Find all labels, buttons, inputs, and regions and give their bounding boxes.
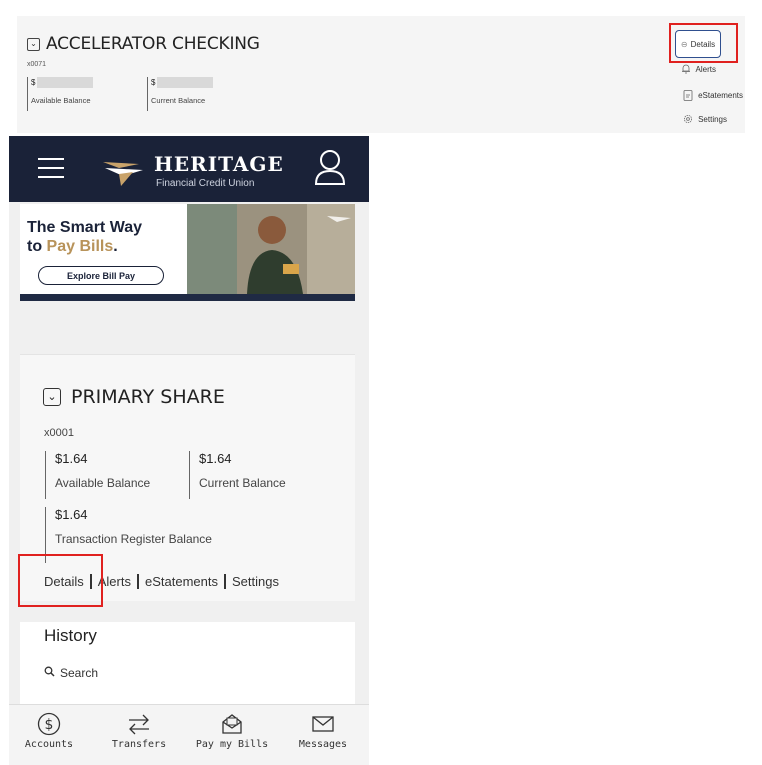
- banner-bottom-bar: [20, 294, 355, 301]
- current-balance: $1.64 Current Balance: [189, 451, 286, 499]
- masked-amount: [157, 77, 214, 88]
- available-balance: $ Available Balance: [27, 77, 94, 111]
- bell-icon: [681, 64, 691, 74]
- hamburger-icon[interactable]: [38, 158, 64, 185]
- available-amount: $1.64: [55, 451, 88, 466]
- mobile-app-view: HERITAGE Financial Credit Union The Smar…: [9, 136, 369, 765]
- annotation-highlight-desktop-details: [669, 23, 738, 63]
- account-title-row[interactable]: ⌄ PRIMARY SHARE: [43, 386, 225, 408]
- account-title: ACCELERATOR CHECKING: [46, 34, 260, 54]
- settings-link[interactable]: Settings: [683, 114, 727, 124]
- estatements-link[interactable]: eStatements: [145, 574, 218, 589]
- account-number: x0001: [44, 427, 74, 439]
- tab-pay-bills[interactable]: Pay my Bills: [192, 711, 272, 750]
- tab-label: Messages: [298, 739, 348, 750]
- history-section: History Search: [20, 622, 355, 705]
- logo-mark: [103, 162, 143, 186]
- settings-label: Settings: [698, 114, 727, 124]
- tab-transfers[interactable]: Transfers: [99, 711, 179, 750]
- banner-photo: [187, 204, 355, 294]
- masked-amount: [37, 77, 94, 88]
- available-balance-label: Available Balance: [31, 96, 91, 105]
- estatements-label: eStatements: [698, 90, 743, 100]
- annotation-highlight-mobile-details: [18, 554, 103, 607]
- divider: [223, 574, 226, 589]
- tab-label: Accounts: [24, 739, 74, 750]
- chevron-down-icon[interactable]: ⌄: [27, 37, 40, 51]
- history-search[interactable]: Search: [44, 666, 98, 680]
- logo-subtitle: Financial Credit Union: [156, 178, 255, 189]
- envelope-icon: [283, 711, 363, 737]
- register-label: Transaction Register Balance: [55, 532, 212, 546]
- currency-symbol: $: [151, 78, 156, 87]
- heritage-logo[interactable]: HERITAGE Financial Credit Union: [99, 150, 283, 190]
- gear-icon: [683, 114, 693, 124]
- alerts-label: Alerts: [695, 64, 716, 74]
- bottom-tab-bar: $ Accounts Transfers Pay my Bills Messag…: [9, 704, 369, 765]
- current-balance-label: Current Balance: [151, 96, 206, 105]
- current-label: Current Balance: [199, 476, 286, 490]
- available-label: Available Balance: [55, 476, 151, 490]
- currency-symbol: $: [31, 78, 36, 87]
- svg-text:$: $: [45, 717, 54, 733]
- promo-banner[interactable]: The Smart Way to Pay Bills. Explore Bill…: [20, 204, 355, 301]
- current-balance: $ Current Balance: [147, 77, 214, 111]
- current-amount: $1.64: [199, 451, 232, 466]
- tab-label: Transfers: [111, 739, 167, 750]
- dollar-icon: $: [9, 711, 89, 737]
- banner-line-2: to Pay Bills.: [27, 238, 118, 255]
- estatements-link[interactable]: eStatements: [683, 89, 743, 101]
- account-title-row[interactable]: ⌄ ACCELERATOR CHECKING: [27, 34, 260, 54]
- search-icon: [44, 666, 55, 680]
- tab-label: Pay my Bills: [195, 739, 269, 750]
- document-icon: [683, 89, 693, 101]
- settings-link[interactable]: Settings: [232, 574, 279, 589]
- banner-line-1: The Smart Way: [27, 219, 142, 236]
- logo-wordmark: HERITAGE: [154, 152, 284, 176]
- transfer-icon: [99, 711, 179, 737]
- register-amount: $1.64: [55, 507, 88, 522]
- search-label: Search: [60, 666, 99, 680]
- banner-headline: The Smart Way to Pay Bills.: [27, 218, 142, 256]
- tab-accounts[interactable]: $ Accounts: [9, 711, 89, 750]
- history-heading: History: [44, 626, 97, 645]
- app-header: HERITAGE Financial Credit Union: [9, 136, 369, 202]
- desktop-account-card: ⌄ ACCELERATOR CHECKING x0071 $ Available…: [17, 16, 745, 133]
- account-title: PRIMARY SHARE: [71, 386, 225, 408]
- alerts-link[interactable]: Alerts: [681, 64, 716, 74]
- user-icon[interactable]: [313, 147, 347, 192]
- envelope-open-icon: [192, 711, 272, 737]
- divider: [136, 574, 139, 589]
- available-balance: $1.64 Available Balance: [45, 451, 150, 499]
- tab-messages[interactable]: Messages: [283, 711, 363, 750]
- chevron-down-icon[interactable]: ⌄: [43, 388, 61, 406]
- account-number: x0071: [27, 61, 47, 68]
- explore-bill-pay-button[interactable]: Explore Bill Pay: [38, 266, 164, 285]
